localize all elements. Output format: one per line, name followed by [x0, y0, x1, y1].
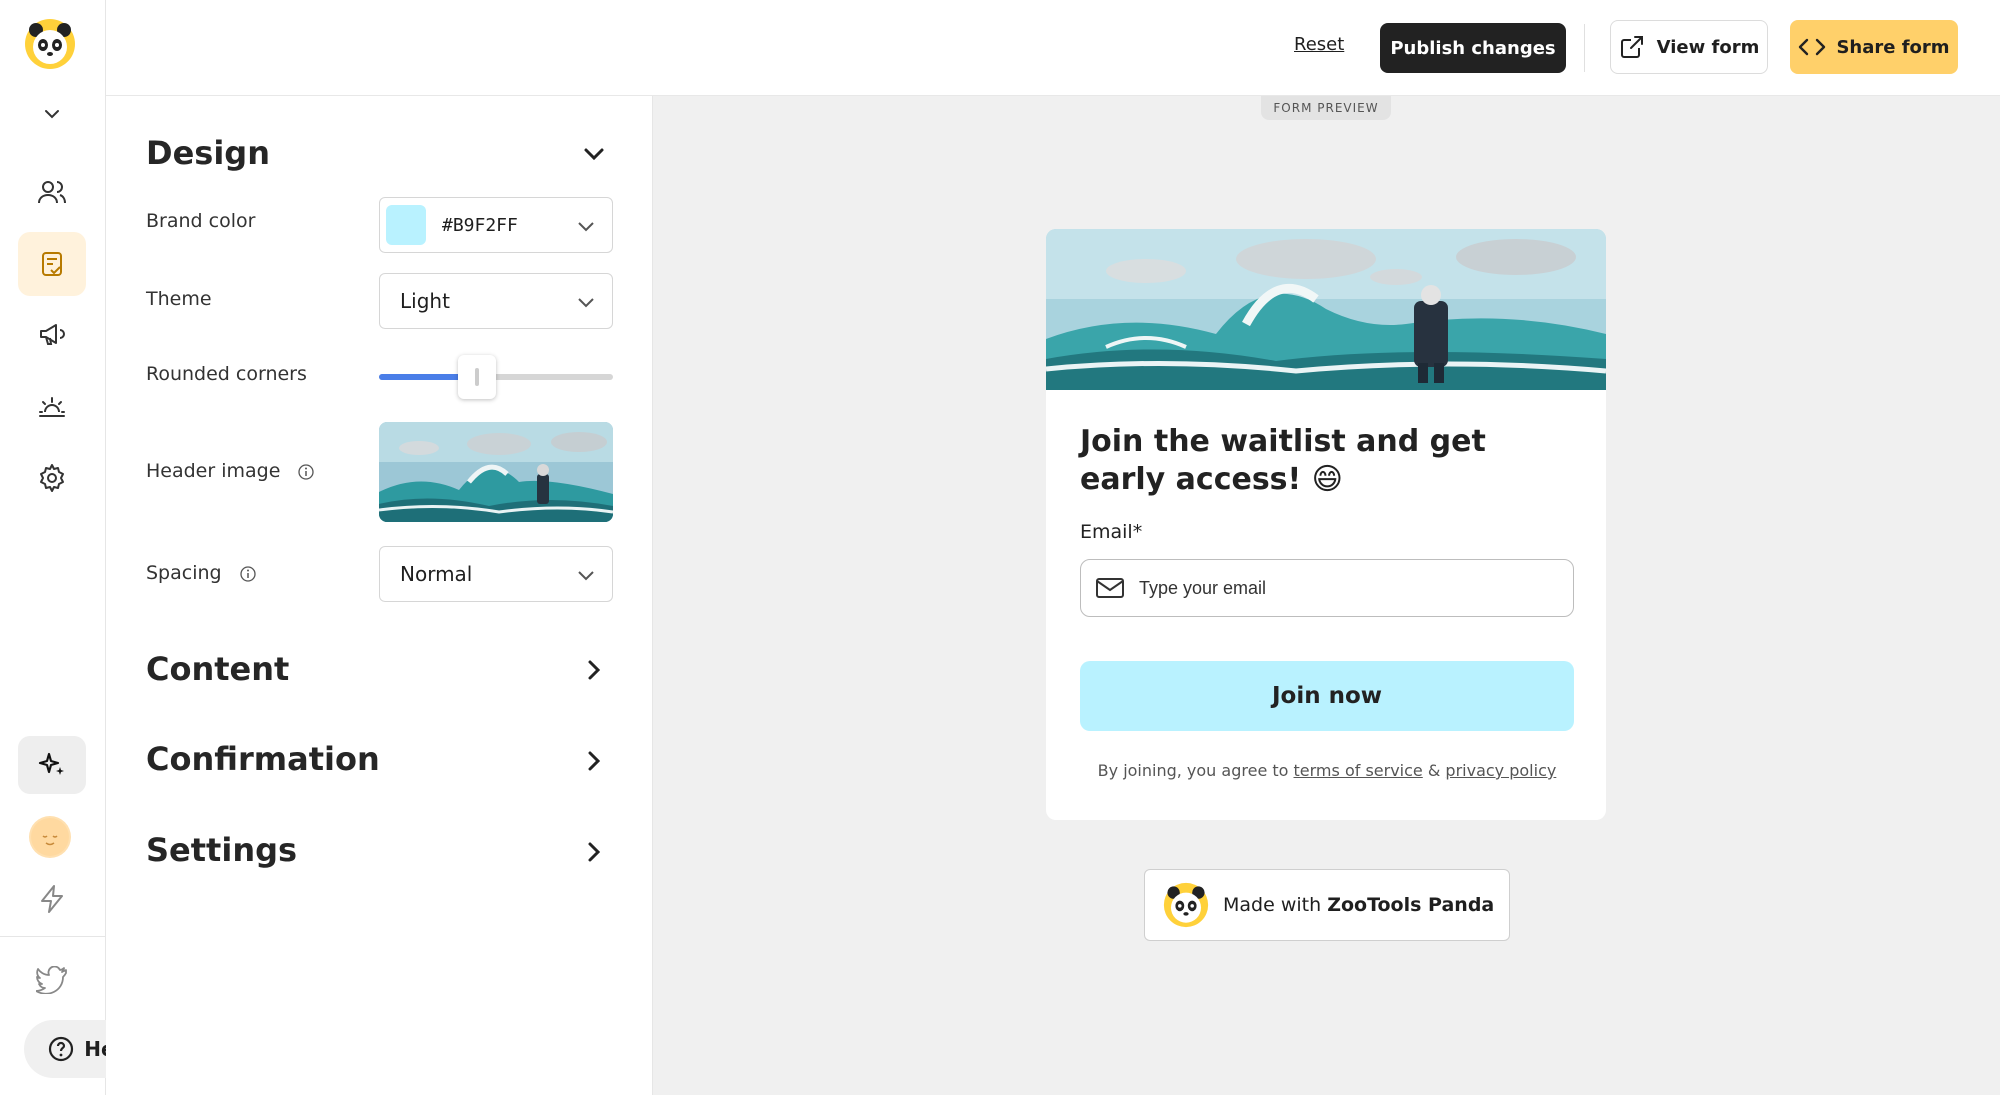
- question-icon: [49, 1036, 74, 1062]
- theme-value: Light: [400, 289, 450, 313]
- confirmation-section-title[interactable]: Confirmation: [146, 740, 380, 778]
- form-header-image: [1046, 229, 1606, 390]
- share-form-button[interactable]: Share form: [1790, 20, 1958, 74]
- form-card: Join the waitlist and get early access! …: [1046, 229, 1606, 820]
- nav-forms[interactable]: [18, 232, 86, 296]
- design-section-title[interactable]: Design: [146, 134, 270, 172]
- email-label: Email*: [1080, 521, 1143, 543]
- nav-campaigns[interactable]: [18, 302, 86, 366]
- form-preview-tag: FORM PREVIEW: [1261, 96, 1391, 120]
- join-now-label: Join now: [1271, 683, 1383, 709]
- rounded-corners-slider[interactable]: [379, 355, 613, 399]
- view-form-label: View form: [1656, 36, 1760, 58]
- chevron-right-icon[interactable]: [580, 838, 608, 866]
- mail-icon: [1096, 578, 1124, 598]
- topbar-divider: [1584, 24, 1585, 72]
- spacing-label: Spacing: [146, 562, 256, 584]
- chevron-right-icon[interactable]: [580, 747, 608, 775]
- sparkles-icon: [38, 752, 64, 775]
- avatar[interactable]: [29, 816, 71, 858]
- panda-logo-icon: [1163, 882, 1209, 928]
- terms-link[interactable]: terms of service: [1294, 761, 1423, 780]
- twitter-icon[interactable]: [35, 965, 68, 998]
- spacing-value: Normal: [400, 562, 473, 586]
- header-image-thumbnail[interactable]: [379, 422, 613, 522]
- view-form-button[interactable]: View form: [1610, 20, 1768, 74]
- settings-section-title[interactable]: Settings: [146, 831, 297, 869]
- share-form-label: Share form: [1836, 36, 1950, 58]
- megaphone-icon: [40, 324, 65, 345]
- sunrise-icon: [39, 397, 65, 417]
- made-with-brand: ZooTools Panda: [1327, 894, 1495, 916]
- reset-link[interactable]: Reset: [1294, 34, 1344, 55]
- left-rail: [0, 0, 106, 1095]
- lightning-icon[interactable]: [38, 884, 66, 918]
- slider-thumb[interactable]: [458, 355, 497, 399]
- publish-label: Publish changes: [1390, 37, 1556, 59]
- legal-text: By joining, you agree to terms of servic…: [1080, 761, 1574, 780]
- content-section-title[interactable]: Content: [146, 650, 289, 688]
- legal-amp: &: [1422, 761, 1446, 780]
- nav-insights[interactable]: [18, 374, 86, 438]
- rail-divider: [0, 936, 106, 937]
- brand-color-value: #B9F2FF: [442, 214, 518, 236]
- chevron-down-icon[interactable]: [580, 140, 608, 168]
- email-placeholder: Type your email: [1139, 577, 1267, 598]
- made-with-text: Made with ZooTools Panda: [1223, 894, 1494, 916]
- form-title: Join the waitlist and get early access! …: [1080, 424, 1486, 497]
- nav-ai[interactable]: [18, 736, 86, 794]
- theme-select[interactable]: Light: [379, 273, 613, 329]
- settings-panel: Design Brand color #B9F2FF Theme Light R…: [106, 96, 653, 1095]
- chevron-down-icon: [578, 222, 594, 232]
- brand-color-select[interactable]: #B9F2FF: [379, 197, 613, 253]
- form-preview-area: FORM PREVIEW Join the waitlist and get e…: [653, 96, 2000, 1095]
- theme-label: Theme: [146, 288, 212, 310]
- spacing-label-text: Spacing: [146, 562, 222, 584]
- users-icon: [38, 181, 66, 204]
- join-now-button[interactable]: Join now: [1080, 661, 1574, 731]
- info-icon[interactable]: [239, 565, 256, 582]
- spacing-select[interactable]: Normal: [379, 546, 613, 602]
- email-field[interactable]: Type your email: [1080, 559, 1574, 617]
- rounded-corners-label: Rounded corners: [146, 363, 307, 385]
- made-with-badge[interactable]: Made with ZooTools Panda: [1144, 869, 1510, 941]
- privacy-link[interactable]: privacy policy: [1445, 761, 1556, 780]
- nav-settings[interactable]: [18, 446, 86, 510]
- chevron-down-icon[interactable]: [40, 102, 64, 126]
- gear-icon: [40, 464, 64, 492]
- header-image-label-text: Header image: [146, 460, 281, 482]
- publish-button[interactable]: Publish changes: [1380, 23, 1566, 73]
- legal-prefix: By joining, you agree to: [1097, 761, 1294, 780]
- panda-logo-icon[interactable]: [24, 18, 76, 70]
- external-link-icon: [1620, 36, 1643, 58]
- chevron-right-icon[interactable]: [580, 656, 608, 684]
- chevron-down-icon: [578, 298, 594, 308]
- chevron-down-icon: [578, 571, 594, 581]
- top-bar: Reset Publish changes View form Share fo…: [106, 0, 2000, 96]
- made-with-prefix: Made with: [1223, 894, 1328, 916]
- app: Help Reset Publish changes View form Sha…: [0, 0, 2000, 1095]
- nav-users[interactable]: [18, 160, 86, 224]
- form-icon: [42, 252, 62, 276]
- info-icon[interactable]: [298, 463, 315, 480]
- brand-color-swatch: [386, 205, 426, 245]
- code-icon: [1799, 38, 1826, 56]
- brand-color-label: Brand color: [146, 210, 256, 232]
- header-image-label: Header image: [146, 460, 315, 482]
